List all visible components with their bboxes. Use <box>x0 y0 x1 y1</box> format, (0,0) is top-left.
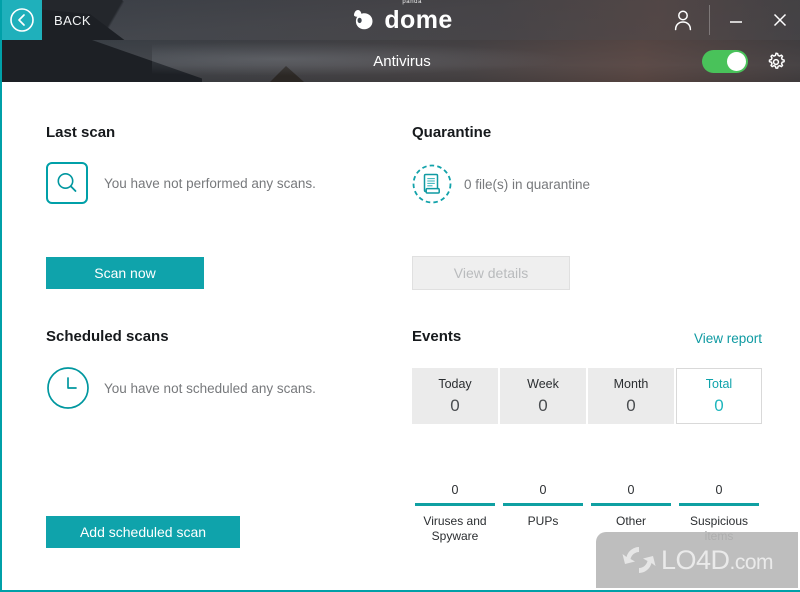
protection-toggle[interactable] <box>702 50 748 73</box>
quarantine-title: Quarantine <box>412 124 492 141</box>
minimize-button[interactable] <box>714 0 758 40</box>
stat-suspicious-items-value: 0 <box>715 483 723 497</box>
stat-viruses-spyware-label: Viruses and Spyware <box>423 513 487 543</box>
scheduled-scans-title: Scheduled scans <box>46 328 169 345</box>
content-area: Last scan You have not performed any sca… <box>2 82 800 590</box>
tab-month[interactable]: Month 0 <box>588 368 674 424</box>
tab-month-value: 0 <box>626 395 636 415</box>
subbar-background-haze <box>152 42 572 76</box>
stat-pups: 0 PUPs <box>500 484 586 544</box>
account-button[interactable] <box>661 0 705 40</box>
magnifier-icon <box>57 173 77 192</box>
clock-icon <box>47 367 89 409</box>
brand-name: panda dome <box>384 0 453 34</box>
tab-today-value: 0 <box>450 395 460 415</box>
panda-logo-icon <box>351 7 377 33</box>
tab-week-value: 0 <box>538 395 548 415</box>
tab-month-label: Month <box>613 377 649 392</box>
minimize-icon <box>730 21 742 23</box>
tab-today-label: Today <box>438 377 472 392</box>
tab-total[interactable]: Total 0 <box>676 368 762 424</box>
brand-sup-label: panda <box>402 0 423 5</box>
stat-viruses-spyware: 0 Viruses and Spyware <box>412 484 498 544</box>
last-scan-title: Last scan <box>46 124 116 141</box>
brand-main-label: dome <box>384 5 453 34</box>
toggle-knob <box>727 52 746 71</box>
stat-other-bar <box>591 502 671 506</box>
stat-pups-value: 0 <box>539 483 547 497</box>
stat-pups-label: PUPs <box>527 513 559 528</box>
account-icon <box>674 10 692 31</box>
close-button[interactable] <box>758 0 800 40</box>
gear-icon <box>768 52 785 69</box>
quarantine-status: 0 file(s) in quarantine <box>464 176 591 192</box>
stat-other-value: 0 <box>627 483 635 497</box>
scheduled-scans-status: You have not scheduled any scans. <box>104 380 316 396</box>
application-window: BACK panda dome Antivirus Last scan You … <box>0 0 800 592</box>
stat-other: 0 Other <box>588 484 674 544</box>
window-controls <box>661 0 800 40</box>
view-report-link[interactable]: View report <box>694 331 762 346</box>
stat-suspicious-items-label: Suspicious items <box>689 513 749 543</box>
magnifier-icon-box <box>46 162 88 204</box>
events-range-tabs: Today 0 Week 0 Month 0 Total 0 <box>412 368 762 424</box>
last-scan-status-row: You have not performed any scans. <box>46 162 316 204</box>
documents-icon <box>412 164 452 204</box>
quarantine-icon-box <box>410 162 454 206</box>
settings-button[interactable] <box>764 50 788 74</box>
back-chevron-icon <box>10 8 34 32</box>
add-scheduled-scan-button[interactable]: Add scheduled scan <box>46 516 240 548</box>
module-bar <box>2 40 800 82</box>
clock-icon-box <box>46 366 90 410</box>
view-details-button[interactable]: View details <box>412 256 570 290</box>
tab-total-value: 0 <box>714 395 724 415</box>
quarantine-status-row: 0 file(s) in quarantine <box>410 162 590 206</box>
back-label[interactable]: BACK <box>54 13 91 28</box>
scan-now-button[interactable]: Scan now <box>46 257 204 289</box>
close-icon <box>773 13 787 27</box>
stat-suspicious-items: 0 Suspicious items <box>676 484 762 544</box>
last-scan-status: You have not performed any scans. <box>104 175 316 191</box>
tab-today[interactable]: Today 0 <box>412 368 498 424</box>
stat-suspicious-items-bar <box>679 502 759 506</box>
stat-other-label: Other <box>615 513 646 528</box>
events-title: Events <box>412 328 462 345</box>
tab-week[interactable]: Week 0 <box>500 368 586 424</box>
stat-pups-bar <box>503 502 583 506</box>
title-bar: BACK panda dome <box>2 0 800 40</box>
stat-viruses-spyware-bar <box>415 502 495 506</box>
stat-viruses-spyware-value: 0 <box>451 483 459 497</box>
scheduled-scans-status-row: You have not scheduled any scans. <box>46 366 316 410</box>
tab-week-label: Week <box>527 377 559 392</box>
events-category-stats: 0 Viruses and Spyware 0 PUPs 0 Other 0 S… <box>412 484 762 544</box>
control-divider <box>709 5 710 35</box>
back-button[interactable] <box>2 0 42 40</box>
tab-total-label: Total <box>705 377 733 392</box>
